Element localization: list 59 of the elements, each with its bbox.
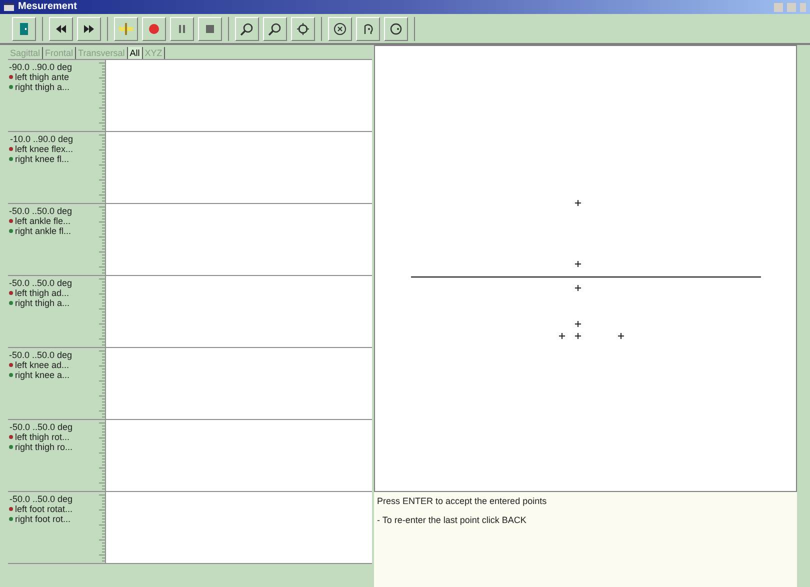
toolbar-button[interactable] [77,16,101,40]
point-marker [558,332,566,340]
tab[interactable]: All [128,47,143,59]
series-label: right knee fl... [15,154,70,164]
series-label: left ankle fle... [15,216,71,226]
point-marker [574,260,582,268]
magnifier-icon [240,22,254,36]
scale-ticks [99,62,105,132]
scale-ticks [99,350,105,420]
range-label: -90.0 ..90.0 deg [9,62,72,72]
range-label: -50.0 ..50.0 deg [9,494,73,504]
point-marker [618,332,624,340]
toolbar-button[interactable] [263,16,287,40]
point-marker [574,200,582,206]
ring-icon [389,22,403,36]
series-label: right knee a... [15,370,70,380]
tab[interactable]: XYZ [142,47,166,59]
range-label: -50.0 ..50.0 deg [9,350,72,360]
toolbar-button[interactable] [328,16,352,40]
window-icon [4,3,14,11]
series-label: right thigh a... [15,82,70,92]
scale-ticks [99,134,105,204]
message-text: - To re-enter the last point click BACK [377,515,528,525]
point-marker [574,320,582,328]
range-label: -50.0 ..50.0 deg [9,278,72,288]
toolbar-button[interactable] [356,16,380,40]
range-label: -10.0 ..90.0 deg [9,134,74,144]
series-label: right ankle fl... [15,226,72,236]
series-label: left knee flex... [15,144,74,154]
tab[interactable]: Frontal [43,47,76,59]
scale-ticks [99,494,105,564]
tab[interactable]: Sagittal [8,47,44,59]
point-marker [574,284,582,292]
toolbar-button[interactable] [291,16,315,40]
series-label: left thigh rot... [15,432,70,442]
record-icon [147,22,161,36]
scale-ticks [99,278,105,348]
toolbar-button[interactable] [384,16,408,40]
range-label: -50.0 ..50.0 deg [9,422,73,432]
window-title: Mesurement [18,2,77,12]
series-label: right thigh ro... [15,442,73,452]
series-label: left knee ad... [15,360,70,370]
target-icon [296,22,310,36]
toolbar-button[interactable] [235,16,259,40]
door-icon [17,22,31,36]
toolbar-button[interactable] [49,16,73,40]
series-label: left foot rotat... [15,504,73,514]
scale-ticks [99,206,105,276]
scale-ticks [99,422,105,492]
point-marker [574,332,582,340]
series-label: left thigh ante [15,72,70,82]
series-label: right foot rot... [15,514,71,524]
series-label: left thigh ad... [15,288,70,298]
crosshair-icon [119,22,133,36]
circle-icon [333,22,347,36]
series-label: right thigh a... [15,298,70,308]
message-text: Press ENTER to accept the entered points [377,496,548,506]
magnifier-icon [268,22,282,36]
range-label: -50.0 ..50.0 deg [9,206,72,216]
